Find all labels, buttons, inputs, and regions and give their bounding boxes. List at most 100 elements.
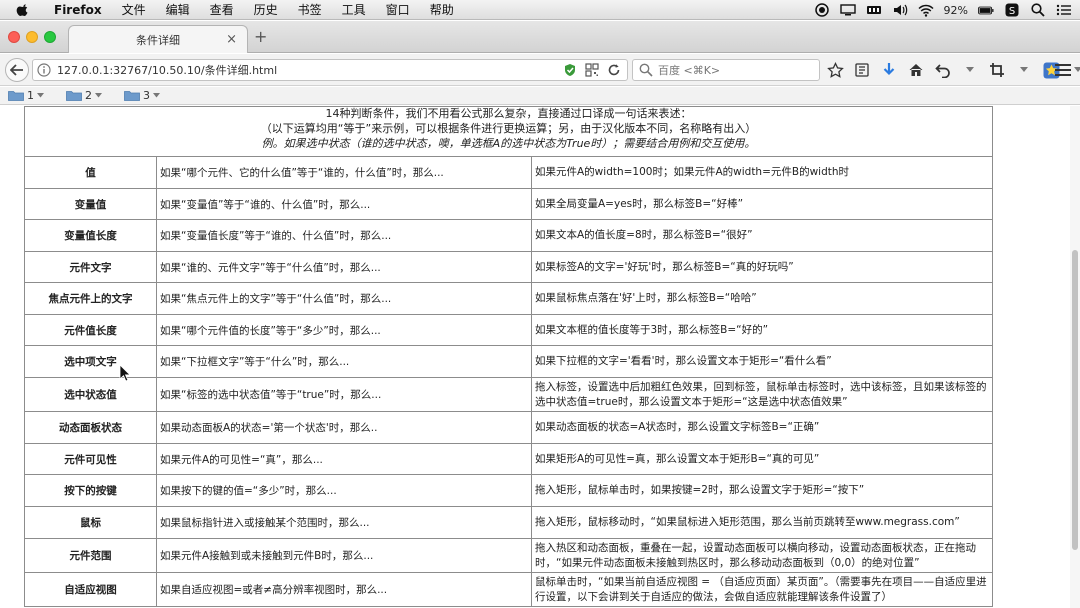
condition-description: 如果动态面板A的状态='第一个状态'时，那么.. [156, 411, 532, 444]
tab-close-icon[interactable]: × [226, 32, 237, 47]
search-icon [639, 63, 653, 77]
chevron-down-icon [37, 93, 44, 98]
menu-view[interactable]: 查看 [200, 1, 244, 18]
url-text[interactable]: 127.0.0.1:32767/10.50.10/条件详细.html [57, 62, 563, 78]
mouse-cursor-icon [119, 364, 131, 382]
condition-description: 如果“下拉框文字”等于“什么”时，那么... [156, 345, 532, 378]
condition-name: 选中项文字 [24, 345, 157, 378]
bookmark-folder-label: 1 [27, 89, 34, 102]
intro-line-3: 例。如果选中状态（谁的选中状态，噢，单选框A的选中状态为True时）；需要结合用… [261, 137, 756, 150]
condition-example: 如果鼠标焦点落在'好'上时，那么标签B=“哈哈” [531, 282, 993, 315]
bookmark-folder-1[interactable]: 1 [8, 89, 44, 102]
table-row: 鼠标 如果鼠标指针进入或接触某个范围时，那么... 拖入矩形，鼠标移动时，“如果… [24, 506, 993, 539]
menu-window[interactable]: 窗口 [376, 1, 420, 18]
folder-icon [124, 91, 140, 101]
condition-name: 元件范围 [24, 538, 157, 573]
condition-name: 元件可见性 [24, 443, 157, 475]
apple-icon[interactable] [16, 3, 30, 17]
app-s-icon[interactable]: S [1004, 3, 1020, 17]
table-row: 选中状态值 如果“标签的选中状态值”等于“true”时，那么... 拖入标签，设… [24, 377, 993, 412]
back-button[interactable] [5, 58, 29, 82]
condition-description: 如果“哪个元件、它的什么值”等于“谁的，什么值”时，那么... [156, 156, 532, 189]
intro-row: 14种判断条件，我们不用看公式那么复杂，直接通过口译成一句话来表述： （以下运算… [24, 106, 993, 157]
download-arrow-icon[interactable] [880, 61, 898, 79]
condition-description: 如果元件A的可见性=“真”，那么... [156, 443, 532, 475]
record-icon[interactable] [814, 3, 830, 17]
reload-icon[interactable] [607, 63, 621, 77]
table-row: 元件值长度 如果“哪个元件值的长度”等于“多少”时，那么... 如果文本框的值长… [24, 314, 993, 346]
intro-line-1: 14种判断条件，我们不用看公式那么复杂，直接通过口译成一句话来表述： [325, 107, 692, 120]
svg-text:S: S [1009, 6, 1015, 17]
notification-list-icon[interactable] [1056, 3, 1072, 17]
bookmark-folder-3[interactable]: 3 [124, 89, 160, 102]
dropdown-arrow-icon[interactable] [961, 61, 979, 79]
crop-icon[interactable] [988, 61, 1006, 79]
display-icon[interactable] [839, 3, 856, 17]
scrollbar-thumb[interactable] [1072, 250, 1078, 550]
window-minimize-button[interactable] [26, 31, 38, 43]
table-row: 按下的按键 如果按下的键的值=“多少”时，那么... 拖入矩形，鼠标单击时，如果… [24, 474, 993, 507]
search-bar[interactable]: 百度 <⌘K> [632, 59, 820, 81]
table-row: 变量值长度 如果“变量值长度”等于“谁的、什么值”时，那么... 如果文本A的值… [24, 219, 993, 252]
volume-icon[interactable] [892, 3, 908, 17]
battery-icon[interactable] [978, 3, 994, 17]
spotlight-search-icon[interactable] [1030, 3, 1046, 17]
menu-app-firefox[interactable]: Firefox [44, 3, 112, 17]
window-close-button[interactable] [8, 31, 20, 43]
condition-name: 自适应视图 [24, 572, 157, 607]
condition-name: 动态面板状态 [24, 411, 157, 444]
condition-example: 拖入矩形，鼠标单击时，如果按键=2时，那么设置文字于矩形=“按下” [531, 474, 993, 507]
chevron-down-icon [95, 93, 102, 98]
memory-icon[interactable] [866, 3, 882, 17]
menu-tools[interactable]: 工具 [332, 1, 376, 18]
condition-description: 如果“标签的选中状态值”等于“true”时，那么... [156, 377, 532, 412]
condition-description: 如果自适应视图=或者≠高分辨率视图时，那么... [156, 572, 532, 607]
url-bar[interactable]: 127.0.0.1:32767/10.50.10/条件详细.html [32, 59, 628, 81]
qr-code-icon[interactable] [585, 63, 599, 77]
window-maximize-button[interactable] [44, 31, 56, 43]
bookmark-folder-2[interactable]: 2 [66, 89, 102, 102]
condition-name: 焦点元件上的文字 [24, 282, 157, 315]
condition-description: 如果“谁的、元件文字”等于“什么值”时，那么... [156, 251, 532, 283]
table-row: 值 如果“哪个元件、它的什么值”等于“谁的，什么值”时，那么... 如果元件A的… [24, 156, 993, 189]
menu-file[interactable]: 文件 [112, 1, 156, 18]
menu-edit[interactable]: 编辑 [156, 1, 200, 18]
wifi-icon[interactable] [918, 3, 934, 17]
condition-name: 变量值长度 [24, 219, 157, 252]
table-row: 元件范围 如果元件A接触到或未接触到元件B时，那么... 拖入热区和动态面板，重… [24, 538, 993, 573]
home-icon[interactable] [907, 61, 925, 79]
undo-icon[interactable] [934, 61, 952, 79]
condition-description: 如果元件A接触到或未接触到元件B时，那么... [156, 538, 532, 573]
page-content: 14种判断条件，我们不用看公式那么复杂，直接通过口译成一句话来表述： （以下运算… [0, 106, 1080, 608]
mac-menubar: Firefox 文件 编辑 查看 历史 书签 工具 窗口 帮助 92% S [0, 0, 1080, 20]
condition-description: 如果“焦点元件上的文字”等于“什么值”时，那么... [156, 282, 532, 315]
condition-name: 变量值 [24, 188, 157, 220]
table-row: 选中项文字 如果“下拉框文字”等于“什么”时，那么... 如果下拉框的文字='看… [24, 345, 993, 378]
new-tab-icon[interactable]: + [254, 27, 267, 46]
info-icon[interactable] [37, 63, 51, 77]
condition-example: 拖入标签，设置选中后加粗红色效果，回到标签，鼠标单击标签时，选中该标签，且如果该… [531, 377, 993, 412]
hamburger-menu-icon[interactable] [1054, 62, 1072, 78]
condition-example: 如果全局变量A=yes时，那么标签B=“好棒” [531, 188, 993, 220]
navigation-toolbar: 127.0.0.1:32767/10.50.10/条件详细.html 百度 <⌘… [0, 54, 1080, 86]
condition-example: 如果下拉框的文字='看看'时，那么设置文本于矩形=“看什么看” [531, 345, 993, 378]
condition-name: 鼠标 [24, 506, 157, 539]
bookmark-star-icon[interactable] [826, 61, 844, 79]
folder-icon [66, 91, 82, 101]
bookmarks-toolbar: 1 2 3 [0, 87, 1080, 105]
menu-help[interactable]: 帮助 [420, 1, 464, 18]
folder-icon [8, 91, 24, 101]
menu-bookmarks[interactable]: 书签 [288, 1, 332, 18]
condition-description: 如果鼠标指针进入或接触某个范围时，那么... [156, 506, 532, 539]
condition-name: 元件文字 [24, 251, 157, 283]
menu-history[interactable]: 历史 [244, 1, 288, 18]
reading-list-icon[interactable] [853, 61, 871, 79]
tab-active[interactable]: 条件详细 × [68, 25, 248, 53]
table-row: 焦点元件上的文字 如果“焦点元件上的文字”等于“什么值”时，那么... 如果鼠标… [24, 282, 993, 315]
condition-example: 如果文本框的值长度等于3时，那么标签B=“好的” [531, 314, 993, 346]
toolbar-icons [826, 59, 1080, 81]
dropdown-arrow-icon-2[interactable] [1015, 61, 1033, 79]
shield-check-icon[interactable] [563, 63, 577, 77]
condition-description: 如果“变量值”等于“谁的、什么值”时，那么... [156, 188, 532, 220]
arrow-left-icon [10, 64, 23, 76]
